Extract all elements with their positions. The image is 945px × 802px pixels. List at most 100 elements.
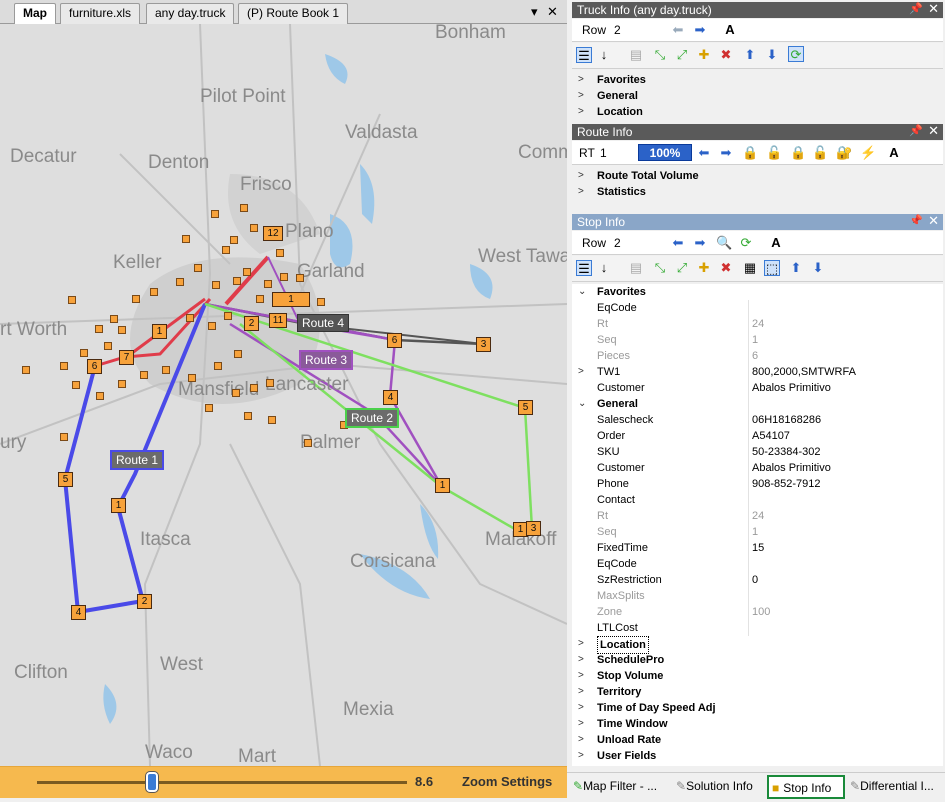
font-icon[interactable]: A bbox=[886, 145, 902, 161]
tab-map[interactable]: Map bbox=[14, 3, 56, 25]
stop-dot[interactable] bbox=[188, 374, 196, 382]
move-up-icon[interactable]: ⬆ bbox=[742, 47, 758, 63]
move-up-icon[interactable]: ⬆ bbox=[788, 260, 804, 276]
zoom-slider-track[interactable] bbox=[37, 781, 407, 784]
move-down-icon[interactable]: ⬇ bbox=[764, 47, 780, 63]
categorized-icon[interactable]: ☰ bbox=[576, 47, 592, 63]
next-arrow-icon[interactable]: ➡ bbox=[692, 22, 708, 38]
prop-row[interactable]: Contact bbox=[572, 492, 943, 508]
prop-row[interactable]: Customer Abalos Primitivo bbox=[572, 380, 943, 396]
stop-dot[interactable] bbox=[268, 416, 276, 424]
stop-marker[interactable]: 2 bbox=[137, 594, 152, 609]
stop-dot[interactable] bbox=[232, 389, 240, 397]
stop-marker[interactable]: 1 bbox=[272, 292, 310, 307]
expand-arrow-icon[interactable]: > bbox=[578, 668, 584, 684]
stop-marker[interactable]: 4 bbox=[383, 390, 398, 405]
remove-favorite-icon[interactable]: ✖ bbox=[718, 47, 734, 63]
row-input[interactable]: 2 bbox=[614, 236, 621, 250]
stop-category-general[interactable]: ⌄ General bbox=[572, 396, 943, 412]
stop-dot[interactable] bbox=[317, 298, 325, 306]
unlock-all-icon[interactable]: 🔓 bbox=[812, 145, 828, 161]
refresh-icon[interactable]: ⟳ bbox=[738, 235, 754, 251]
stop-marker[interactable]: 2 bbox=[244, 316, 259, 331]
stop-marker[interactable]: 4 bbox=[71, 605, 86, 620]
route-1-label[interactable]: Route 1 bbox=[110, 450, 165, 470]
collapse-icon[interactable]: ⤢ bbox=[674, 47, 690, 63]
stop-dot[interactable] bbox=[222, 246, 230, 254]
tab-map-filter[interactable]: ✎Map Filter - ... bbox=[570, 775, 670, 799]
prop-value[interactable]: 06H18168286 bbox=[752, 412, 821, 428]
stop-dot[interactable] bbox=[266, 379, 274, 387]
rt-input[interactable]: 1 bbox=[600, 146, 607, 160]
remove-favorite-icon[interactable]: ✖ bbox=[718, 260, 734, 276]
stop-dot[interactable] bbox=[186, 314, 194, 322]
truck-category-general[interactable]: > General bbox=[572, 88, 943, 104]
route-3-label[interactable]: Route 3 bbox=[299, 350, 354, 370]
prop-row[interactable]: Zone 100 bbox=[572, 604, 943, 620]
stop-category-time-window[interactable]: > Time Window bbox=[572, 716, 943, 732]
stop-dot[interactable] bbox=[104, 342, 112, 350]
collapse-icon[interactable]: ⤢ bbox=[674, 260, 690, 276]
stop-dot[interactable] bbox=[214, 362, 222, 370]
prop-row[interactable]: MaxSplits bbox=[572, 588, 943, 604]
stop-dot[interactable] bbox=[211, 210, 219, 218]
stop-marker[interactable]: 5 bbox=[58, 472, 73, 487]
stop-dot[interactable] bbox=[276, 249, 284, 257]
properties-icon[interactable]: ▤ bbox=[628, 260, 644, 276]
prop-value[interactable]: 908-852-7912 bbox=[752, 476, 821, 492]
prop-row[interactable]: Salescheck 06H18168286 bbox=[572, 412, 943, 428]
route-2-label[interactable]: Route 2 bbox=[345, 408, 400, 428]
prop-row[interactable]: Phone 908-852-7912 bbox=[572, 476, 943, 492]
stop-dot[interactable] bbox=[162, 366, 170, 374]
prop-row[interactable]: LTLCost bbox=[572, 620, 943, 636]
stop-dot[interactable] bbox=[304, 439, 312, 447]
categorized-icon[interactable]: ☰ bbox=[576, 260, 592, 276]
stop-marker[interactable]: 12 bbox=[263, 226, 283, 241]
stop-dot[interactable] bbox=[118, 326, 126, 334]
stop-marker[interactable]: 7 bbox=[119, 350, 134, 365]
search-icon[interactable]: 🔍 bbox=[716, 235, 732, 251]
prop-row[interactable]: Rt 24 bbox=[572, 316, 943, 332]
prop-value[interactable]: A54107 bbox=[752, 428, 790, 444]
truck-category-location[interactable]: > Location bbox=[572, 104, 943, 120]
stop-dot[interactable] bbox=[233, 277, 241, 285]
stop-dot[interactable] bbox=[110, 315, 118, 323]
lock-settings-icon[interactable]: 🔐 bbox=[836, 145, 852, 161]
tab-differential[interactable]: ✎Differential I... bbox=[847, 775, 943, 799]
prop-row[interactable]: Pieces 6 bbox=[572, 348, 943, 364]
tab-dropdown-icon[interactable]: ▾ bbox=[531, 4, 538, 20]
expand-arrow-icon[interactable]: > bbox=[578, 652, 584, 668]
stop-dot[interactable] bbox=[68, 296, 76, 304]
stop-dot[interactable] bbox=[264, 280, 272, 288]
prop-value[interactable]: Abalos Primitivo bbox=[752, 380, 831, 396]
expand-arrow-icon[interactable]: > bbox=[578, 716, 584, 732]
lock-all-icon[interactable]: 🔒 bbox=[790, 145, 806, 161]
route-category-total-volume[interactable]: > Route Total Volume bbox=[572, 168, 943, 184]
prop-row[interactable]: Customer Abalos Primitivo bbox=[572, 460, 943, 476]
stop-dot[interactable] bbox=[240, 204, 248, 212]
stop-dot[interactable] bbox=[80, 349, 88, 357]
expand-arrow-icon[interactable]: > bbox=[578, 700, 584, 716]
stop-dot[interactable] bbox=[96, 392, 104, 400]
refresh-icon[interactable]: ⟳ bbox=[788, 46, 804, 62]
previous-arrow-icon[interactable]: ⬅ bbox=[696, 145, 712, 161]
stop-marker[interactable]: 3 bbox=[476, 337, 491, 352]
stop-dot[interactable] bbox=[132, 295, 140, 303]
list-icon[interactable]: ▦ bbox=[742, 260, 758, 276]
stop-dot[interactable] bbox=[60, 362, 68, 370]
stop-category-stop-volume[interactable]: > Stop Volume bbox=[572, 668, 943, 684]
tab-any-day-truck[interactable]: any day.truck bbox=[146, 3, 235, 24]
stop-category-location[interactable]: > Location bbox=[572, 636, 943, 654]
prop-row[interactable]: Order A54107 bbox=[572, 428, 943, 444]
expand-icon[interactable]: ⤡ bbox=[652, 260, 668, 276]
stop-dot[interactable] bbox=[250, 384, 258, 392]
stop-dot[interactable] bbox=[176, 278, 184, 286]
stop-marker[interactable]: 11 bbox=[269, 313, 287, 328]
stop-marker[interactable]: 6 bbox=[387, 333, 402, 348]
stop-marker[interactable]: 1 bbox=[152, 324, 167, 339]
close-icon[interactable]: ✕ bbox=[928, 213, 939, 229]
stop-dot[interactable] bbox=[224, 312, 232, 320]
font-icon[interactable]: A bbox=[768, 235, 784, 251]
stop-marker[interactable]: 5 bbox=[518, 400, 533, 415]
pin-icon[interactable]: 📌 bbox=[909, 124, 923, 137]
